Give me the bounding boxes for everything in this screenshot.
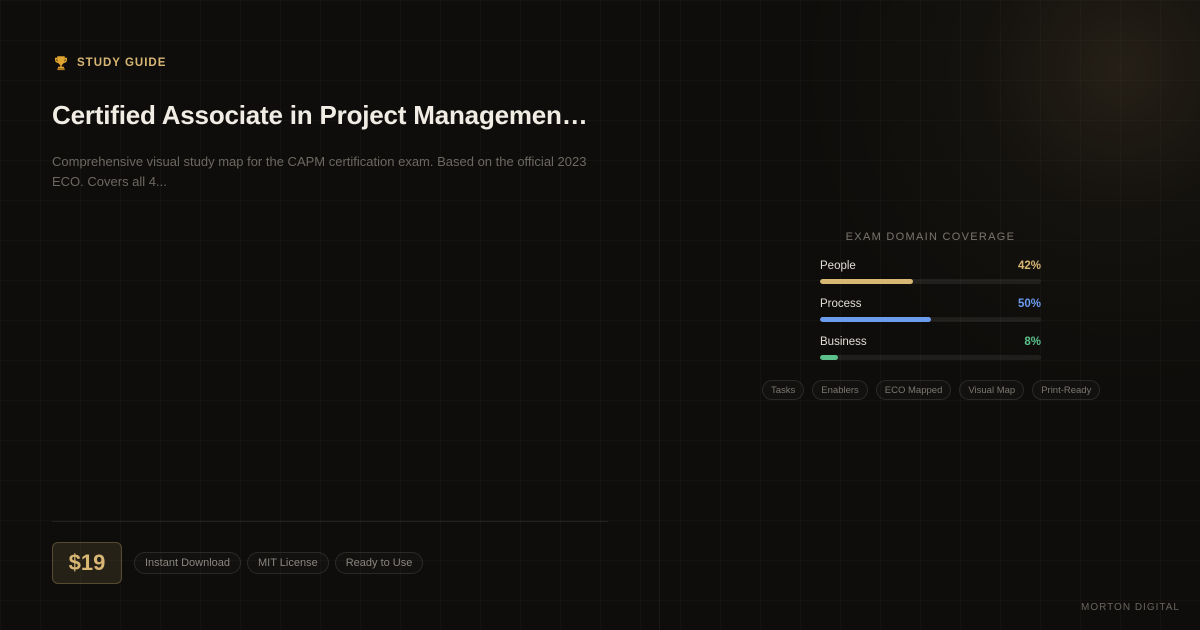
category-label: STUDY GUIDE bbox=[77, 57, 167, 69]
domain-percent: 50% bbox=[1017, 298, 1041, 310]
tag-print-ready: Print-Ready bbox=[1032, 380, 1101, 400]
progress-track bbox=[820, 279, 1041, 284]
progress-fill bbox=[820, 355, 838, 360]
feature-pill-mit-license: MIT License bbox=[247, 552, 329, 574]
tag-list: Tasks Enablers ECO Mapped Visual Map Pri… bbox=[762, 380, 1101, 400]
feature-list: Instant Download MIT License Ready to Us… bbox=[134, 552, 424, 574]
domain-percent: 42% bbox=[1017, 260, 1041, 272]
tag-visual-map: Visual Map bbox=[959, 380, 1025, 400]
exam-domain-coverage: EXAM DOMAIN COVERAGE People 42% Process … bbox=[820, 231, 1041, 374]
price-badge: $19 bbox=[52, 542, 122, 584]
category-eyebrow: STUDY GUIDE bbox=[52, 54, 166, 72]
panel-divider bbox=[659, 0, 660, 630]
domain-name: Process bbox=[820, 298, 862, 310]
tag-eco-mapped: ECO Mapped bbox=[875, 380, 952, 400]
brand-wordmark: MORTON DIGITAL bbox=[1080, 602, 1180, 613]
progress-track bbox=[820, 317, 1041, 322]
domain-name: People bbox=[820, 260, 856, 272]
domain-name: Business bbox=[820, 336, 867, 348]
domain-people: People 42% bbox=[820, 260, 1041, 284]
tag-enablers: Enablers bbox=[812, 380, 868, 400]
progress-fill bbox=[820, 317, 931, 322]
progress-fill bbox=[820, 279, 913, 284]
page-title: Certified Associate in Project Managemen… bbox=[52, 100, 588, 130]
progress-track bbox=[820, 355, 1041, 360]
domain-percent: 8% bbox=[1024, 336, 1041, 348]
trophy-icon bbox=[55, 56, 67, 71]
feature-pill-ready-to-use: Ready to Use bbox=[334, 552, 424, 574]
preview-card: STUDY GUIDE Certified Associate in Proje… bbox=[0, 0, 1200, 630]
product-description: Comprehensive visual study map for the C… bbox=[52, 154, 587, 189]
domain-business: Business 8% bbox=[820, 336, 1041, 360]
footer-divider bbox=[52, 521, 608, 522]
domain-process: Process 50% bbox=[820, 298, 1041, 322]
coverage-title: EXAM DOMAIN COVERAGE bbox=[845, 231, 1016, 243]
price-row: $19 Instant Download MIT License Ready t… bbox=[52, 542, 424, 584]
tag-tasks: Tasks bbox=[762, 380, 805, 400]
feature-pill-instant-download: Instant Download bbox=[134, 552, 241, 574]
